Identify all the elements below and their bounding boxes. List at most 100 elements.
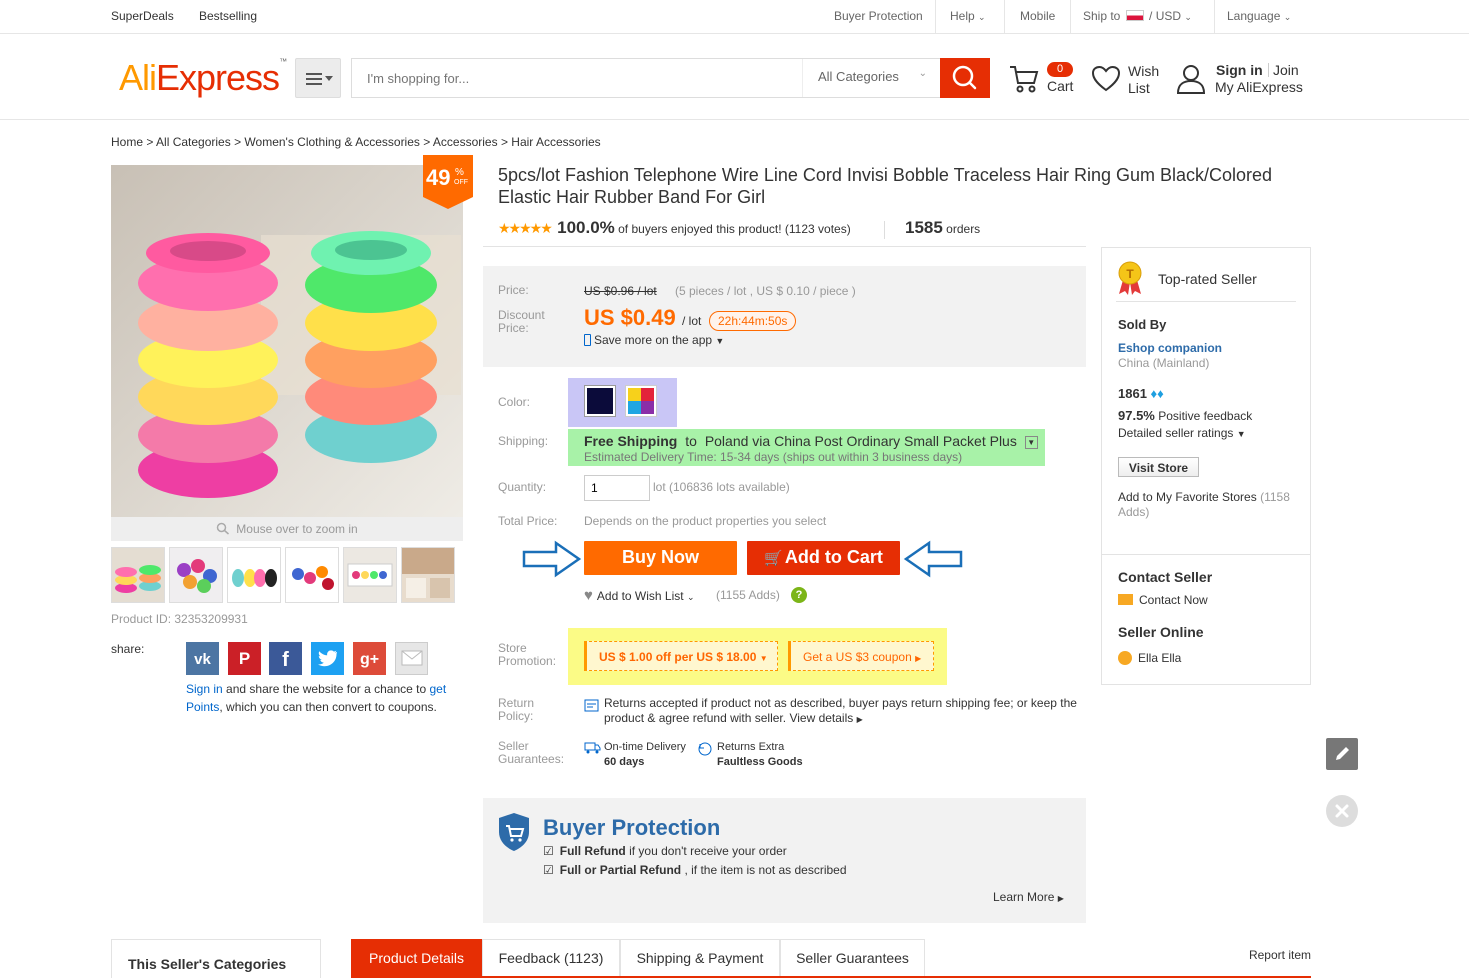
thumbnail[interactable] bbox=[111, 547, 165, 603]
product-tabs: Product Details Feedback (1123) Shipping… bbox=[351, 939, 1311, 978]
view-details-link[interactable]: View details bbox=[789, 711, 853, 725]
breadcrumb-womens-clothing[interactable]: Women's Clothing & Accessories bbox=[244, 135, 419, 149]
language-menu[interactable]: Language ⌄ bbox=[1227, 9, 1291, 23]
thumbnail[interactable] bbox=[401, 547, 455, 603]
cart-link[interactable]: 0 Cart bbox=[1008, 61, 1078, 101]
contact-now-link[interactable]: Contact Now bbox=[1118, 593, 1208, 607]
categories-menu-button[interactable] bbox=[295, 58, 341, 98]
twitter-share-button[interactable] bbox=[311, 642, 344, 675]
help-label: Help bbox=[950, 9, 975, 23]
chevron-down-icon: ⌄ bbox=[978, 12, 986, 22]
tab-shipping-payment[interactable]: Shipping & Payment bbox=[620, 939, 780, 976]
guarantee-1-value: 60 days bbox=[604, 756, 645, 768]
thumbnail[interactable] bbox=[285, 547, 339, 603]
chevron-right-icon: ▶ bbox=[1057, 894, 1064, 903]
search-input[interactable] bbox=[352, 59, 802, 97]
get-coupon-button[interactable]: Get a US $3 coupon ▶ bbox=[788, 641, 934, 671]
visit-store-button[interactable]: Visit Store bbox=[1118, 457, 1199, 477]
svg-text:T: T bbox=[1126, 267, 1134, 281]
search-button[interactable] bbox=[940, 58, 990, 98]
bestselling-link[interactable]: Bestselling bbox=[199, 9, 257, 23]
add-favorite-store[interactable]: Add to My Favorite Stores (1158 Adds) bbox=[1118, 490, 1303, 520]
breadcrumb-all-categories[interactable]: All Categories bbox=[156, 135, 231, 149]
store-name-link[interactable]: Eshop companion bbox=[1118, 341, 1222, 355]
help-menu[interactable]: Help ⌄ bbox=[950, 9, 986, 23]
ship-to-menu[interactable]: Ship to / USD ⌄ bbox=[1083, 9, 1192, 23]
color-swatch-colored[interactable] bbox=[625, 385, 657, 417]
share-text-2: , which you can then convert to coupons. bbox=[219, 700, 437, 714]
rating-text[interactable]: of buyers enjoyed this product! (1123 vo… bbox=[618, 222, 851, 236]
close-button[interactable] bbox=[1326, 795, 1358, 827]
product-id: Product ID: 32353209931 bbox=[111, 612, 248, 626]
coupon-discount[interactable]: US $ 1.00 off per US $ 18.00 ▼ bbox=[584, 641, 778, 671]
learn-more-link[interactable]: Learn More ▶ bbox=[993, 890, 1064, 904]
positive-feedback: 97.5% Positive feedback bbox=[1118, 408, 1252, 423]
color-swatch-black[interactable] bbox=[584, 385, 616, 417]
star-rating: ★★★★★ bbox=[498, 220, 553, 236]
aliexpress-logo[interactable]: AliExpress™ bbox=[119, 57, 287, 99]
heart-icon bbox=[1091, 65, 1121, 92]
promotion-label-1: Store bbox=[498, 641, 527, 655]
tab-feedback[interactable]: Feedback (1123) bbox=[482, 939, 620, 976]
total-price-value: Depends on the product properties you se… bbox=[584, 514, 827, 528]
add-to-wish-list-link[interactable]: ♥ Add to Wish List ⌄ bbox=[584, 587, 695, 604]
chevron-right-icon: ▶ bbox=[856, 715, 863, 724]
promotion-label-2: Promotion: bbox=[498, 654, 557, 668]
wish-list-link[interactable]: Wish List bbox=[1091, 61, 1161, 101]
search-bar: All Categories ⌄ bbox=[351, 58, 941, 98]
product-main-image[interactable] bbox=[111, 165, 463, 517]
vk-share-button[interactable]: vk bbox=[186, 642, 219, 675]
price-label: Price: bbox=[498, 283, 529, 297]
discount-label-1: Discount bbox=[498, 308, 545, 322]
tab-product-details[interactable]: Product Details bbox=[351, 939, 482, 976]
sign-in-link[interactable]: Sign in bbox=[1216, 62, 1263, 78]
poland-flag-icon bbox=[1125, 10, 1144, 21]
facebook-share-button[interactable]: f bbox=[269, 642, 302, 675]
caret-down-icon: ▼ bbox=[759, 654, 768, 663]
thumbnail-image bbox=[228, 548, 280, 602]
join-link[interactable]: Join bbox=[1273, 62, 1299, 78]
logo-express: Express bbox=[156, 57, 280, 98]
sold-by-label: Sold By bbox=[1118, 317, 1167, 332]
share-text: Sign in and share the website for a chan… bbox=[186, 680, 466, 716]
guarantee-2-title: Returns Extra bbox=[717, 741, 785, 753]
thumbnail[interactable] bbox=[343, 547, 397, 603]
breadcrumb-accessories[interactable]: Accessories bbox=[433, 135, 498, 149]
help-icon[interactable]: ? bbox=[791, 587, 807, 603]
breadcrumb-home[interactable]: Home bbox=[111, 135, 143, 149]
app-save-text: Save more on the app bbox=[594, 333, 713, 347]
email-share-button[interactable] bbox=[395, 642, 428, 675]
mobile-link[interactable]: Mobile bbox=[1020, 9, 1055, 23]
app-save-link[interactable]: Save more on the app ▼ bbox=[584, 333, 724, 347]
returns-icon bbox=[698, 742, 712, 756]
divider bbox=[1214, 0, 1215, 34]
thumbnail[interactable] bbox=[227, 547, 281, 603]
buyer-protection-link[interactable]: Buyer Protection bbox=[834, 9, 923, 23]
share-sign-in-link[interactable]: Sign in bbox=[186, 682, 223, 696]
my-aliexpress-link[interactable]: My AliExpress bbox=[1215, 79, 1303, 95]
report-item-link[interactable]: Report item bbox=[1249, 948, 1311, 962]
return-label-2: Policy: bbox=[498, 709, 534, 723]
add-to-cart-button[interactable]: 🛒 Add to Cart bbox=[747, 541, 900, 575]
edit-button[interactable] bbox=[1326, 738, 1358, 770]
category-select[interactable]: All Categories ⌄ bbox=[802, 59, 941, 97]
tab-seller-guarantees[interactable]: Seller Guarantees bbox=[780, 939, 925, 976]
pinterest-share-button[interactable]: P bbox=[228, 642, 261, 675]
shipping-label: Shipping: bbox=[498, 434, 549, 448]
quantity-input[interactable] bbox=[584, 475, 650, 501]
buy-now-button[interactable]: Buy Now bbox=[584, 541, 737, 575]
pencil-icon bbox=[1336, 747, 1349, 760]
detailed-ratings-link[interactable]: Detailed seller ratings ▼ bbox=[1118, 426, 1246, 440]
superdeals-link[interactable]: SuperDeals bbox=[111, 9, 174, 23]
googleplus-share-button[interactable]: g+ bbox=[353, 642, 386, 675]
protection-item-2: ☑ Full or Partial Refund , if the item is… bbox=[543, 863, 847, 877]
phone-icon bbox=[584, 334, 591, 346]
discount-off: OFF bbox=[454, 179, 468, 186]
online-seller-link[interactable]: Ella Ella bbox=[1118, 651, 1181, 665]
shipping-selector[interactable]: Free Shipping to Poland via China Post O… bbox=[584, 433, 1038, 449]
store-info-panel: T Top-rated Seller Sold By Eshop compani… bbox=[1101, 247, 1311, 685]
color-label: Color: bbox=[498, 395, 531, 409]
arrow-left-annotation-icon bbox=[903, 540, 963, 578]
thumbnail[interactable] bbox=[169, 547, 223, 603]
breadcrumb-hair-accessories[interactable]: Hair Accessories bbox=[511, 135, 600, 149]
